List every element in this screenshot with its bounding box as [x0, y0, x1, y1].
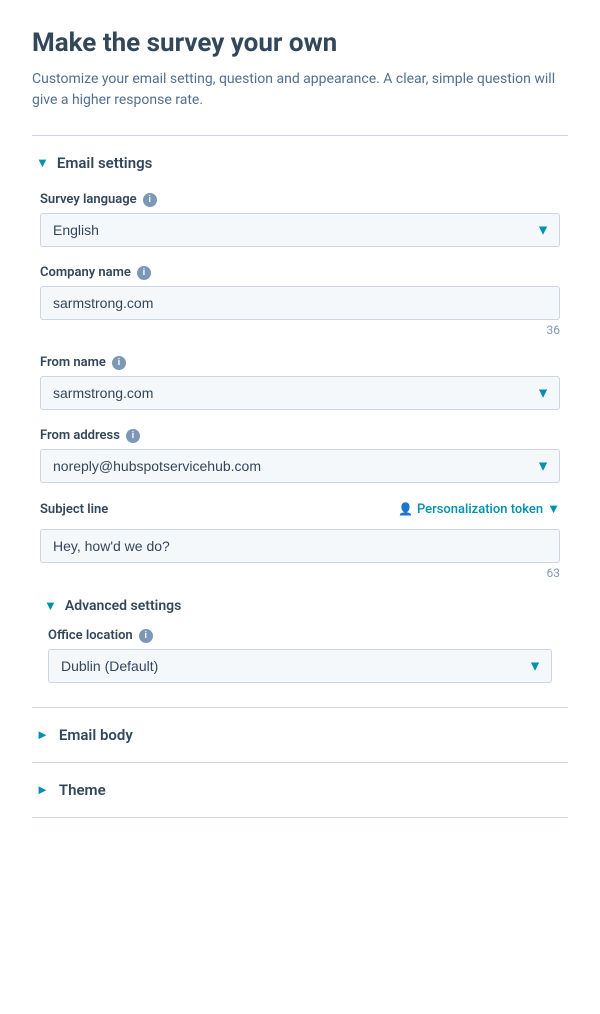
office-location-label: Office location: [48, 628, 133, 643]
subject-line-header-row: Subject line 👤 Personalization token ▼: [40, 501, 560, 517]
personalization-token-icon: 👤: [398, 502, 413, 516]
office-location-select[interactable]: Dublin (Default): [48, 649, 552, 683]
email-settings-chevron-icon: ▼: [36, 155, 49, 171]
email-settings-header[interactable]: ▼ Email settings: [32, 154, 568, 172]
survey-language-select[interactable]: English French German Spanish: [40, 213, 560, 247]
from-name-select-wrapper: sarmstrong.com ▼: [40, 376, 560, 410]
from-name-info-icon[interactable]: i: [112, 356, 126, 370]
theme-label: Theme: [59, 781, 106, 799]
advanced-settings-chevron-icon: ▼: [44, 598, 57, 614]
theme-section-item[interactable]: ► Theme: [32, 763, 568, 818]
from-address-label: From address: [40, 428, 120, 443]
subject-line-input[interactable]: [40, 529, 560, 563]
survey-language-info-icon[interactable]: i: [143, 193, 157, 207]
email-body-section-item[interactable]: ► Email body: [32, 708, 568, 763]
from-address-select[interactable]: noreply@hubspotservicehub.com: [40, 449, 560, 483]
personalization-token-button[interactable]: 👤 Personalization token ▼: [398, 501, 560, 517]
company-name-label: Company name: [40, 265, 131, 280]
subject-line-label: Subject line: [40, 502, 108, 517]
from-address-label-row: From address i: [40, 428, 560, 443]
email-body-label: Email body: [59, 726, 133, 744]
personalization-token-arrow-icon: ▼: [547, 501, 560, 517]
email-settings-label: Email settings: [57, 154, 152, 172]
company-name-char-count: 36: [40, 323, 560, 337]
survey-language-group: Survey language i English French German …: [40, 192, 560, 247]
company-name-input[interactable]: [40, 286, 560, 320]
subject-line-char-count: 63: [40, 566, 560, 580]
email-body-chevron-icon: ►: [36, 727, 49, 743]
email-settings-section: ▼ Email settings Survey language i Engli…: [32, 136, 568, 683]
company-name-group: Company name i 36: [40, 265, 560, 337]
advanced-settings-header[interactable]: ▼ Advanced settings: [40, 598, 560, 614]
survey-language-label-row: Survey language i: [40, 192, 560, 207]
personalization-token-label: Personalization token: [417, 502, 543, 517]
office-location-label-row: Office location i: [48, 628, 552, 643]
company-name-info-icon[interactable]: i: [137, 266, 151, 280]
office-location-select-wrapper: Dublin (Default) ▼: [48, 649, 552, 683]
page-wrapper: Make the survey your own Customize your …: [0, 0, 600, 850]
advanced-settings-section: ▼ Advanced settings Office location i Du…: [40, 598, 560, 683]
email-settings-fields: Survey language i English French German …: [32, 192, 568, 683]
advanced-settings-fields: Office location i Dublin (Default) ▼: [40, 628, 560, 683]
page-subtitle: Customize your email setting, question a…: [32, 69, 568, 111]
from-name-select[interactable]: sarmstrong.com: [40, 376, 560, 410]
company-name-label-row: Company name i: [40, 265, 560, 280]
from-name-label-row: From name i: [40, 355, 560, 370]
office-location-info-icon[interactable]: i: [139, 629, 153, 643]
from-name-group: From name i sarmstrong.com ▼: [40, 355, 560, 410]
from-address-info-icon[interactable]: i: [126, 429, 140, 443]
survey-language-select-wrapper: English French German Spanish ▼: [40, 213, 560, 247]
office-location-group: Office location i Dublin (Default) ▼: [48, 628, 552, 683]
from-address-group: From address i noreply@hubspotservicehub…: [40, 428, 560, 483]
advanced-settings-label: Advanced settings: [65, 598, 181, 614]
subject-line-label-row: Subject line: [40, 502, 108, 517]
theme-chevron-icon: ►: [36, 782, 49, 798]
from-address-select-wrapper: noreply@hubspotservicehub.com ▼: [40, 449, 560, 483]
subject-line-group: Subject line 👤 Personalization token ▼ 6…: [40, 501, 560, 580]
survey-language-label: Survey language: [40, 192, 137, 207]
page-title: Make the survey your own: [32, 28, 568, 59]
from-name-label: From name: [40, 355, 106, 370]
bottom-sections: ► Email body ► Theme: [32, 707, 568, 818]
